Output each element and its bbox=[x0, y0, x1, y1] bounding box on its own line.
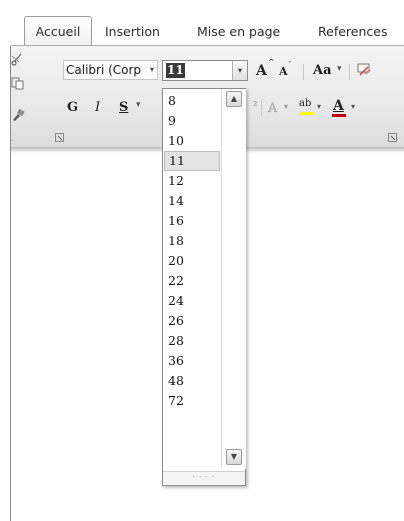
clipboard-dialog-launcher-icon[interactable] bbox=[55, 133, 64, 142]
scroll-down-icon[interactable]: ▼ bbox=[226, 449, 242, 465]
font-size-option[interactable]: 12 bbox=[164, 171, 220, 191]
highlight-color-bar bbox=[299, 112, 313, 115]
dropdown-scrollbar[interactable]: ▲ ▼ bbox=[221, 89, 246, 469]
shrink-font-caret-icon: ˇ bbox=[288, 61, 292, 69]
font-size-option[interactable]: 11 bbox=[164, 151, 220, 171]
toolbar-separator bbox=[261, 100, 262, 116]
font-size-dropdown-icon[interactable]: ▾ bbox=[232, 61, 247, 80]
bold-button[interactable]: G bbox=[67, 100, 78, 115]
dropdown-resize-grip[interactable]: · · · · bbox=[163, 471, 245, 484]
change-case-button[interactable]: Aa bbox=[313, 63, 332, 78]
font-size-dropdown-list[interactable]: 8 9 10 11 12 14 16 18 20 22 24 26 28 36 48 72 ▲ ▼ · · ·… bbox=[162, 88, 246, 486]
font-size-option[interactable]: 26 bbox=[164, 311, 220, 331]
font-size-value[interactable]: 11 bbox=[166, 63, 185, 78]
change-case-dropdown-icon[interactable]: ▾ bbox=[337, 64, 342, 74]
font-size-combobox[interactable]: 11 ▾ bbox=[162, 60, 248, 81]
font-size-option[interactable]: 14 bbox=[164, 191, 220, 211]
font-color-button[interactable]: A bbox=[333, 98, 344, 114]
font-size-options: 8 9 10 11 12 14 16 18 20 22 24 26 28 36 48 72 bbox=[164, 91, 220, 411]
font-size-option[interactable]: 16 bbox=[164, 211, 220, 231]
toolbar-separator bbox=[349, 64, 350, 80]
font-name-combobox[interactable]: Calibri (Corp ▾ bbox=[63, 60, 158, 80]
grow-font-button[interactable]: A bbox=[256, 63, 267, 79]
shrink-font-button[interactable]: A bbox=[279, 65, 288, 78]
grow-font-caret-icon: ^ bbox=[268, 58, 275, 67]
font-size-option[interactable]: 24 bbox=[164, 291, 220, 311]
font-size-option[interactable]: 20 bbox=[164, 251, 220, 271]
ribbon-tab-strip: Accueil Insertion Mise en page Reference… bbox=[0, 0, 404, 46]
font-color-bar bbox=[332, 114, 346, 117]
clear-formatting-icon[interactable] bbox=[356, 62, 372, 78]
copy-icon[interactable] bbox=[11, 76, 25, 90]
font-size-option[interactable]: 9 bbox=[164, 111, 220, 131]
font-size-option[interactable]: 72 bbox=[164, 391, 220, 411]
font-color-dropdown-icon[interactable]: ▾ bbox=[351, 102, 355, 111]
font-size-option[interactable]: 10 bbox=[164, 131, 220, 151]
text-effects-icon[interactable]: A bbox=[267, 99, 283, 115]
font-size-option[interactable]: 18 bbox=[164, 231, 220, 251]
font-name-dropdown-icon[interactable]: ▾ bbox=[150, 61, 154, 79]
tab-insertion[interactable]: Insertion bbox=[105, 22, 160, 44]
tab-mise-en-page[interactable]: Mise en page bbox=[197, 22, 280, 44]
font-name-value: Calibri (Corp bbox=[66, 63, 142, 77]
font-dialog-launcher-icon[interactable] bbox=[388, 133, 397, 142]
scroll-up-icon[interactable]: ▲ bbox=[226, 91, 242, 107]
tab-references[interactable]: References bbox=[318, 22, 387, 44]
cut-icon[interactable] bbox=[11, 53, 25, 67]
clipboard-group-separator-icon: . bbox=[11, 134, 14, 143]
toolbar-separator bbox=[303, 64, 304, 80]
underline-button[interactable]: S bbox=[119, 100, 128, 115]
font-size-option[interactable]: 48 bbox=[164, 371, 220, 391]
tab-accueil[interactable]: Accueil bbox=[24, 16, 92, 46]
subscript-fragment-icon: ² bbox=[253, 99, 258, 112]
text-effects-dropdown-icon[interactable]: ▾ bbox=[284, 102, 288, 111]
font-size-option[interactable]: 36 bbox=[164, 351, 220, 371]
format-painter-icon[interactable] bbox=[11, 108, 25, 122]
highlight-button[interactable]: ab bbox=[299, 98, 311, 109]
italic-button[interactable]: I bbox=[95, 100, 100, 115]
svg-text:A: A bbox=[267, 101, 278, 115]
highlight-dropdown-icon[interactable]: ▾ bbox=[317, 102, 321, 111]
font-size-option[interactable]: 22 bbox=[164, 271, 220, 291]
font-size-option[interactable]: 8 bbox=[164, 91, 220, 111]
underline-dropdown-icon[interactable]: ▾ bbox=[136, 100, 141, 110]
font-size-option[interactable]: 28 bbox=[164, 331, 220, 351]
